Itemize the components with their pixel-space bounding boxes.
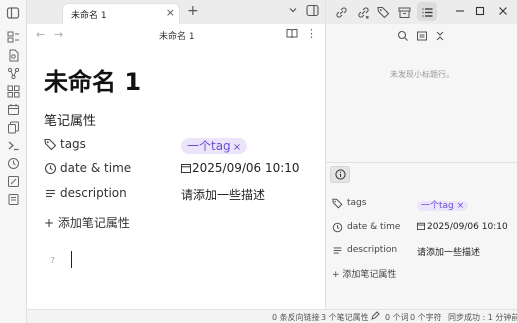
calendar-icon[interactable] <box>417 222 425 230</box>
archive-icon[interactable] <box>396 4 412 20</box>
property-key: date & time <box>60 161 132 175</box>
tag-remove-icon[interactable]: × <box>233 142 241 153</box>
tab-list-chevron-icon[interactable] <box>288 5 298 15</box>
tags-panel-icon[interactable] <box>375 4 391 20</box>
property-row-tags[interactable]: tags 一个tag × <box>44 134 314 156</box>
text-lines-icon <box>44 187 58 201</box>
tag-label: 一个tag <box>187 139 231 153</box>
property-row-date-time[interactable]: date & time 2025/09/06 10:10 <box>44 158 314 180</box>
outgoing-links-icon[interactable] <box>355 4 371 20</box>
text-cursor[interactable] <box>71 251 72 268</box>
backlinks-icon[interactable] <box>333 4 349 20</box>
left-ribbon <box>0 0 27 323</box>
page-title[interactable]: 未命名 1 <box>44 62 141 97</box>
copy-icon[interactable] <box>5 119 21 135</box>
properties-count[interactable]: 3 个笔记属性 <box>321 312 369 323</box>
tab-close-button[interactable]: × <box>166 6 175 19</box>
terminal-icon[interactable] <box>5 137 21 153</box>
side-property-row-description[interactable]: description 请添加一些描述 <box>332 242 512 260</box>
history-icon[interactable] <box>5 155 21 171</box>
description-value[interactable]: 请添加一些描述 <box>417 245 480 258</box>
add-property-button[interactable]: + 添加笔记属性 <box>44 214 130 231</box>
close-window-icon[interactable] <box>495 3 511 19</box>
tab-title: 未命名 1 <box>71 11 107 21</box>
outline-pane: 未发现小标题行。 <box>325 24 517 162</box>
status-bar: 0 条反向链接 3 个笔记属性 0 个词 0 个字符 同步成功 : 1 分钟前 <box>27 309 517 323</box>
editor-pane: ← → 未命名 1 ⋮ 未命名 1 笔记属性 tags 一个tag × date … <box>27 24 325 309</box>
quick-switcher-icon[interactable] <box>5 29 21 45</box>
word-count: 0 个词 <box>385 313 409 322</box>
property-row-description[interactable]: description 请添加一些描述 <box>44 183 314 205</box>
tag-remove-icon[interactable]: × <box>457 201 465 211</box>
sync-status[interactable]: 同步成功 : 1 分钟前 <box>448 312 517 323</box>
properties-heading[interactable]: 笔记属性 <box>44 110 96 129</box>
tab-untitled[interactable]: 未命名 1 × <box>62 3 180 24</box>
forward-arrow-icon[interactable]: → <box>54 28 63 41</box>
info-tab[interactable] <box>330 166 350 183</box>
file-properties-pane: tags 一个tag × date & time 2025/09/06 10:1… <box>325 162 517 309</box>
sidebar-toggle-icon[interactable] <box>5 5 21 21</box>
task-list-icon[interactable] <box>5 191 21 207</box>
right-sidebar-tab-bar <box>325 0 517 24</box>
new-tab-button[interactable]: + <box>187 3 199 19</box>
description-value[interactable]: 请添加一些描述 <box>181 186 265 203</box>
tags-icon <box>44 138 58 152</box>
property-key: tags <box>347 198 367 208</box>
graph-view-icon[interactable] <box>5 65 21 81</box>
property-value[interactable]: 2025/09/06 10:10 <box>181 161 300 175</box>
daily-note-icon[interactable] <box>5 101 21 117</box>
tag-pill[interactable]: 一个tag × <box>181 138 248 154</box>
breadcrumb[interactable]: 未命名 1 <box>159 29 195 42</box>
reading-view-icon[interactable] <box>286 28 298 39</box>
tab-bar: 未命名 1 × + <box>27 0 325 24</box>
tag-label: 一个tag <box>421 201 454 211</box>
canvas-icon[interactable] <box>5 83 21 99</box>
property-key: description <box>347 245 398 255</box>
more-options-icon[interactable]: ⋮ <box>306 27 317 40</box>
clock-icon <box>332 222 343 233</box>
char-count: 0 个字符 <box>410 313 442 322</box>
back-arrow-icon[interactable]: ← <box>36 28 45 41</box>
calendar-icon[interactable] <box>181 163 191 173</box>
clock-icon <box>44 162 58 176</box>
text-lines-icon <box>332 245 343 256</box>
minimize-icon[interactable] <box>452 3 468 19</box>
template-icon[interactable] <box>5 173 21 189</box>
date-time-value: 2025/09/06 10:10 <box>427 222 508 232</box>
side-property-row-tags[interactable]: tags 一个tag × <box>332 195 512 213</box>
tags-icon <box>332 198 343 209</box>
property-value[interactable]: 2025/09/06 10:10 <box>417 222 508 232</box>
file-search-icon[interactable] <box>5 47 21 63</box>
property-key: tags <box>60 137 86 151</box>
search-icon[interactable] <box>397 30 409 42</box>
right-sidebar-toggle-icon[interactable] <box>306 4 319 17</box>
property-key: description <box>60 186 127 200</box>
outline-icon[interactable] <box>419 4 435 20</box>
property-value[interactable]: 一个tag × <box>417 198 469 211</box>
backlinks-count[interactable]: 0 条反向链接 <box>272 312 320 323</box>
collapse-all-icon[interactable] <box>434 30 446 42</box>
property-key: date & time <box>347 222 401 232</box>
add-property-button[interactable]: + 添加笔记属性 <box>332 267 396 280</box>
edit-pencil-icon[interactable] <box>370 311 380 321</box>
line-number: 7 <box>50 256 56 265</box>
date-time-value: 2025/09/06 10:10 <box>192 161 300 175</box>
tag-pill[interactable]: 一个tag × <box>417 201 469 211</box>
maximize-icon[interactable] <box>472 3 488 19</box>
collapse-panel-icon[interactable] <box>416 30 428 42</box>
outline-empty-message: 未发现小标题行。 <box>390 70 454 79</box>
property-value[interactable]: 一个tag × <box>181 137 248 154</box>
side-property-row-date-time[interactable]: date & time 2025/09/06 10:10 <box>332 219 512 237</box>
